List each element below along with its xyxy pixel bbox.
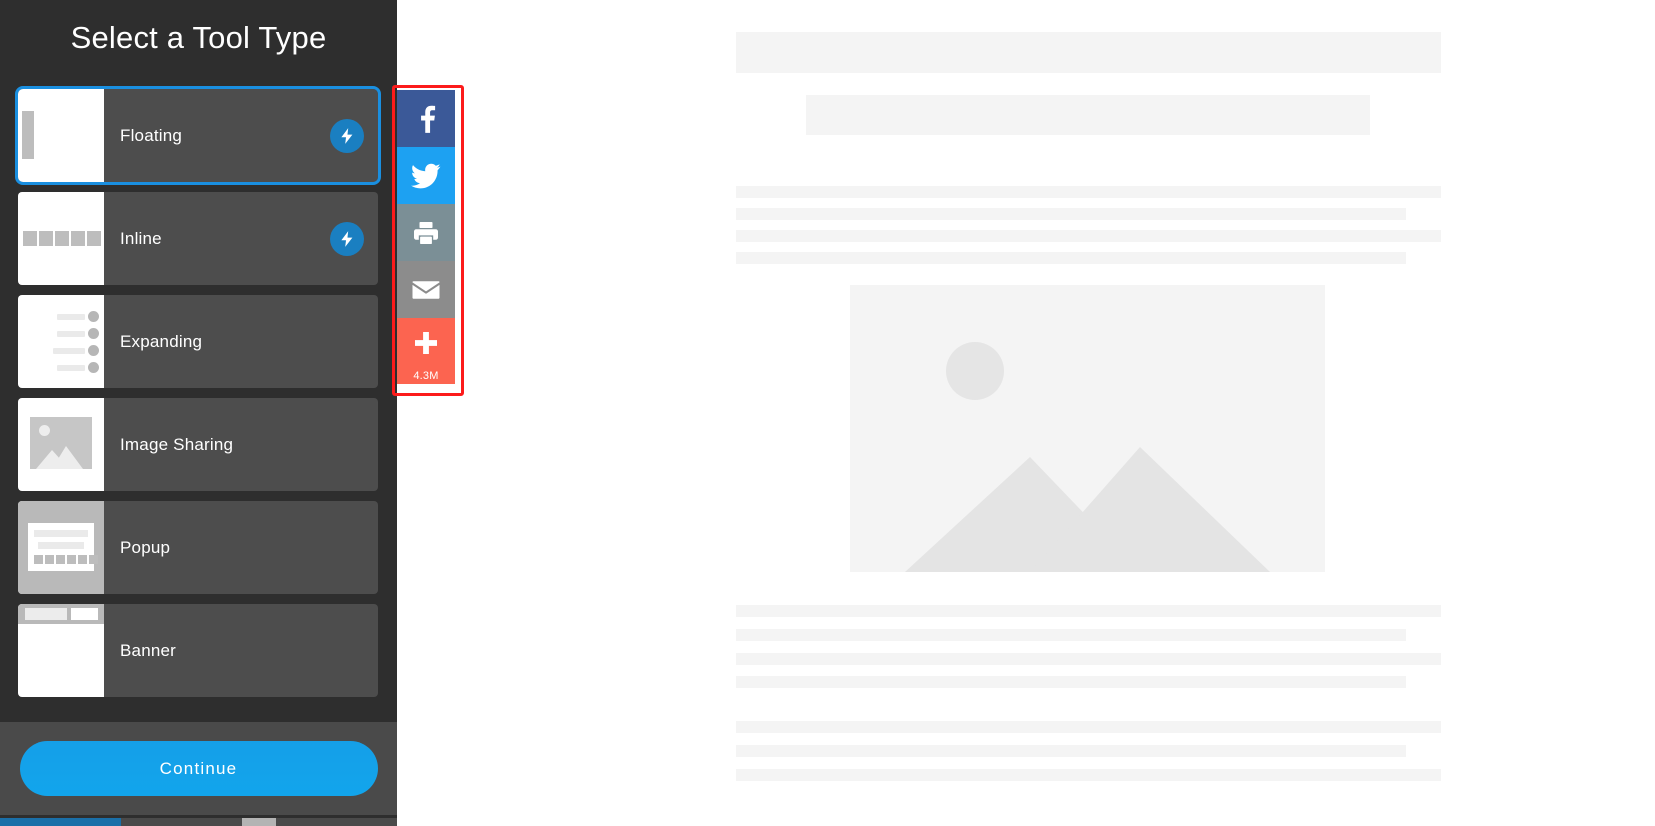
- image-placeholder-sun-icon: [946, 342, 1004, 400]
- page-preview: [397, 0, 1655, 826]
- twitter-share-button[interactable]: [397, 147, 455, 204]
- step-segment-3: [242, 818, 276, 826]
- expanding-thumb-rows: [53, 311, 99, 373]
- step-segment-4: [276, 818, 397, 826]
- tool-item-floating[interactable]: Floating: [15, 86, 381, 185]
- inline-thumb-icons: [23, 231, 101, 246]
- continue-button[interactable]: Continue: [19, 741, 378, 796]
- email-share-button[interactable]: [397, 261, 455, 318]
- inline-thumb: [18, 192, 104, 285]
- text-line: [736, 252, 1406, 264]
- tool-item-label: Banner: [120, 640, 177, 660]
- banner-thumb: [18, 604, 104, 697]
- text-line: [736, 208, 1406, 220]
- app-root: 4.3M Select a Tool Type Floating Inline Ex…: [0, 0, 1655, 826]
- step-segment-2: [121, 818, 242, 826]
- floating-thumb-bar: [22, 111, 34, 159]
- tool-item-label: Popup: [120, 537, 171, 557]
- text-line: [736, 745, 1406, 757]
- floating-thumb: [18, 89, 104, 182]
- tool-item-inline[interactable]: Inline: [18, 192, 378, 285]
- tool-item-label: Expanding: [120, 331, 203, 351]
- step-progress-indicator: [0, 818, 397, 826]
- text-line: [736, 769, 1441, 781]
- tool-item-image-sharing[interactable]: Image Sharing: [18, 398, 378, 491]
- popup-thumb: [18, 501, 104, 594]
- tool-item-banner[interactable]: Banner: [18, 604, 378, 697]
- plus-icon: [413, 330, 439, 356]
- banner-thumb-bar: [18, 604, 104, 624]
- tool-item-popup[interactable]: Popup: [18, 501, 378, 594]
- text-line: [736, 653, 1441, 665]
- tool-item-label: Image Sharing: [120, 434, 234, 454]
- text-line: [736, 629, 1406, 641]
- more-share-button[interactable]: 4.3M: [397, 318, 455, 384]
- envelope-icon: [412, 279, 440, 301]
- image-thumb-art: [30, 417, 92, 469]
- bolt-icon: [330, 221, 364, 256]
- print-share-button[interactable]: [397, 204, 455, 261]
- bolt-icon: [330, 118, 364, 153]
- image-thumb: [18, 398, 104, 491]
- tool-type-list[interactable]: Floating Inline Expanding Image Sharing Popu…: [15, 86, 381, 707]
- image-placeholder: [850, 285, 1325, 572]
- share-toolbar[interactable]: 4.3M: [397, 90, 455, 384]
- share-count-label: 4.3M: [413, 370, 439, 382]
- text-line: [736, 230, 1441, 242]
- facebook-icon: [413, 104, 439, 134]
- tool-item-expanding[interactable]: Expanding: [18, 295, 378, 388]
- facebook-share-button[interactable]: [397, 90, 455, 147]
- header-block: [736, 32, 1441, 73]
- page-title: Select a Tool Type: [70, 20, 327, 55]
- text-line: [736, 605, 1441, 617]
- image-placeholder-mountain-icon: [905, 447, 1270, 572]
- popup-thumb-card: [28, 523, 98, 571]
- text-line: [736, 721, 1441, 733]
- sidebar: Select a Tool Type Floating Inline Expandi…: [0, 0, 397, 826]
- printer-icon: [413, 220, 439, 246]
- text-line: [736, 676, 1406, 688]
- step-segment-1: [0, 818, 121, 826]
- expanding-thumb: [18, 295, 104, 388]
- twitter-icon: [411, 163, 441, 189]
- sidebar-footer: Continue: [0, 722, 397, 815]
- text-line: [736, 186, 1441, 198]
- subheader-block: [806, 95, 1370, 135]
